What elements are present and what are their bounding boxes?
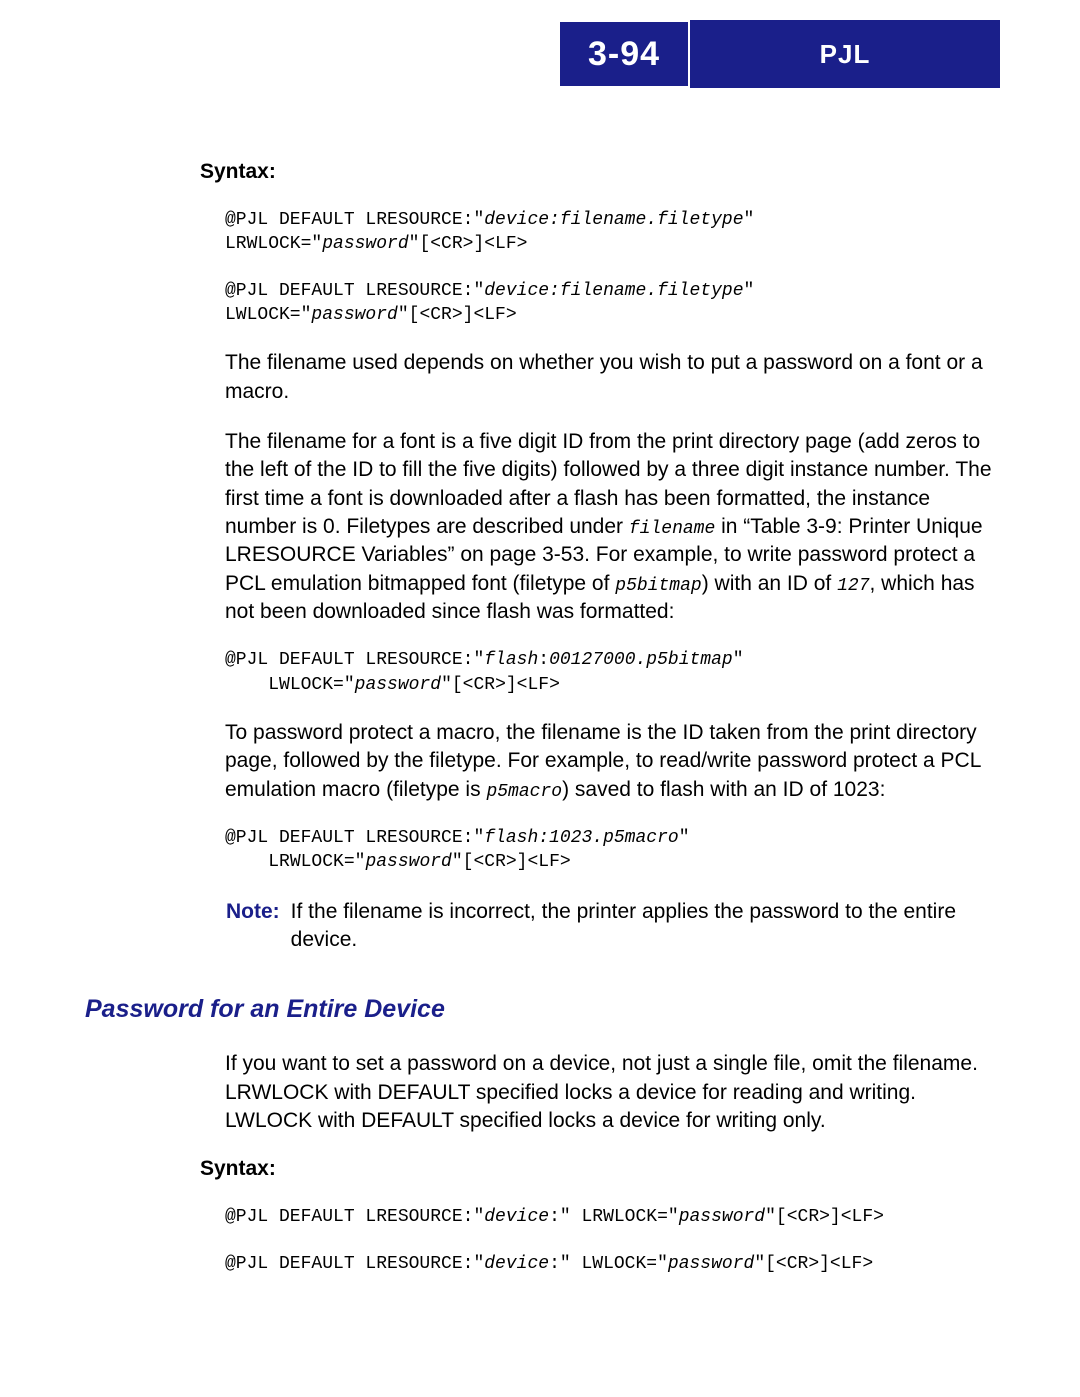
code-italic: device:filename.filetype bbox=[484, 281, 743, 301]
para-mono: p5bitmap bbox=[615, 576, 701, 596]
code-text: @PJL DEFAULT LRESOURCE:" bbox=[225, 1207, 484, 1227]
code-text: "[<CR>]<LF> bbox=[409, 234, 528, 254]
page-number-box: 3-94 bbox=[558, 20, 690, 88]
syntax-label-1: Syntax: bbox=[200, 160, 995, 184]
note-label: Note: bbox=[226, 900, 280, 923]
paragraph-1: The filename used depends on whether you… bbox=[225, 349, 995, 406]
para-text: ) with an ID of bbox=[702, 572, 837, 595]
code-text: @PJL DEFAULT LRESOURCE:" bbox=[225, 828, 484, 848]
paragraph-2: The filename for a font is a five digit … bbox=[225, 428, 995, 626]
code-block-2: @PJL DEFAULT LRESOURCE:"device:filename.… bbox=[225, 279, 995, 328]
syntax-label-2: Syntax: bbox=[200, 1157, 995, 1181]
header-bar: 3-94 PJL bbox=[558, 20, 1000, 88]
para-text: ) saved to flash with an ID of 1023: bbox=[562, 778, 885, 801]
para-mono: 127 bbox=[837, 576, 869, 596]
code-italic: password bbox=[365, 852, 451, 872]
code-italic: device:filename.filetype bbox=[484, 210, 743, 230]
page: 3-94 PJL Syntax: @PJL DEFAULT LRESOURCE:… bbox=[0, 0, 1080, 1397]
code-italic: device bbox=[484, 1207, 549, 1227]
paragraph-3: To password protect a macro, the filenam… bbox=[225, 719, 995, 804]
note-text: If the filename is incorrect, the printe… bbox=[291, 900, 956, 951]
code-italic: flash:1023.p5macro bbox=[484, 828, 678, 848]
code-text: @PJL DEFAULT LRESOURCE:" bbox=[225, 281, 484, 301]
code-italic: password bbox=[355, 675, 441, 695]
code-text: "[<CR>]<LF> bbox=[765, 1207, 884, 1227]
content-area: Syntax: @PJL DEFAULT LRESOURCE:"device:f… bbox=[85, 160, 995, 1298]
code-block-1: @PJL DEFAULT LRESOURCE:"device:filename.… bbox=[225, 208, 995, 257]
para-mono: filename bbox=[629, 519, 715, 539]
code-text: @PJL DEFAULT LRESOURCE:" bbox=[225, 650, 484, 670]
code-text: :" LRWLOCK=" bbox=[549, 1207, 679, 1227]
code-text: : bbox=[538, 650, 549, 670]
code-text: "[<CR>]<LF> bbox=[398, 305, 517, 325]
paragraph-4: If you want to set a password on a devic… bbox=[225, 1050, 995, 1135]
code-italic: 00127000.p5bitmap bbox=[549, 650, 733, 670]
code-block-4: @PJL DEFAULT LRESOURCE:"flash:1023.p5mac… bbox=[225, 826, 995, 875]
code-italic: password bbox=[679, 1207, 765, 1227]
code-text: "[<CR>]<LF> bbox=[441, 675, 560, 695]
code-italic: device bbox=[484, 1254, 549, 1274]
code-italic: password bbox=[322, 234, 408, 254]
code-block-3: @PJL DEFAULT LRESOURCE:"flash:00127000.p… bbox=[225, 648, 995, 697]
section-heading: Password for an Entire Device bbox=[85, 995, 995, 1024]
code-italic: password bbox=[311, 305, 397, 325]
code-text: :" LWLOCK=" bbox=[549, 1254, 668, 1274]
note-block: Note: If the filename is incorrect, the … bbox=[225, 897, 995, 956]
code-text: "[<CR>]<LF> bbox=[754, 1254, 873, 1274]
code-text: @PJL DEFAULT LRESOURCE:" bbox=[225, 210, 484, 230]
code-text: @PJL DEFAULT LRESOURCE:" bbox=[225, 1254, 484, 1274]
para-mono: p5macro bbox=[486, 782, 562, 802]
code-italic: flash bbox=[484, 650, 538, 670]
code-text: "[<CR>]<LF> bbox=[452, 852, 571, 872]
code-block-5: @PJL DEFAULT LRESOURCE:"device:" LRWLOCK… bbox=[225, 1205, 995, 1229]
code-block-6: @PJL DEFAULT LRESOURCE:"device:" LWLOCK=… bbox=[225, 1252, 995, 1276]
code-italic: password bbox=[668, 1254, 754, 1274]
header-title: PJL bbox=[690, 39, 1000, 70]
page-number: 3-94 bbox=[588, 35, 660, 74]
